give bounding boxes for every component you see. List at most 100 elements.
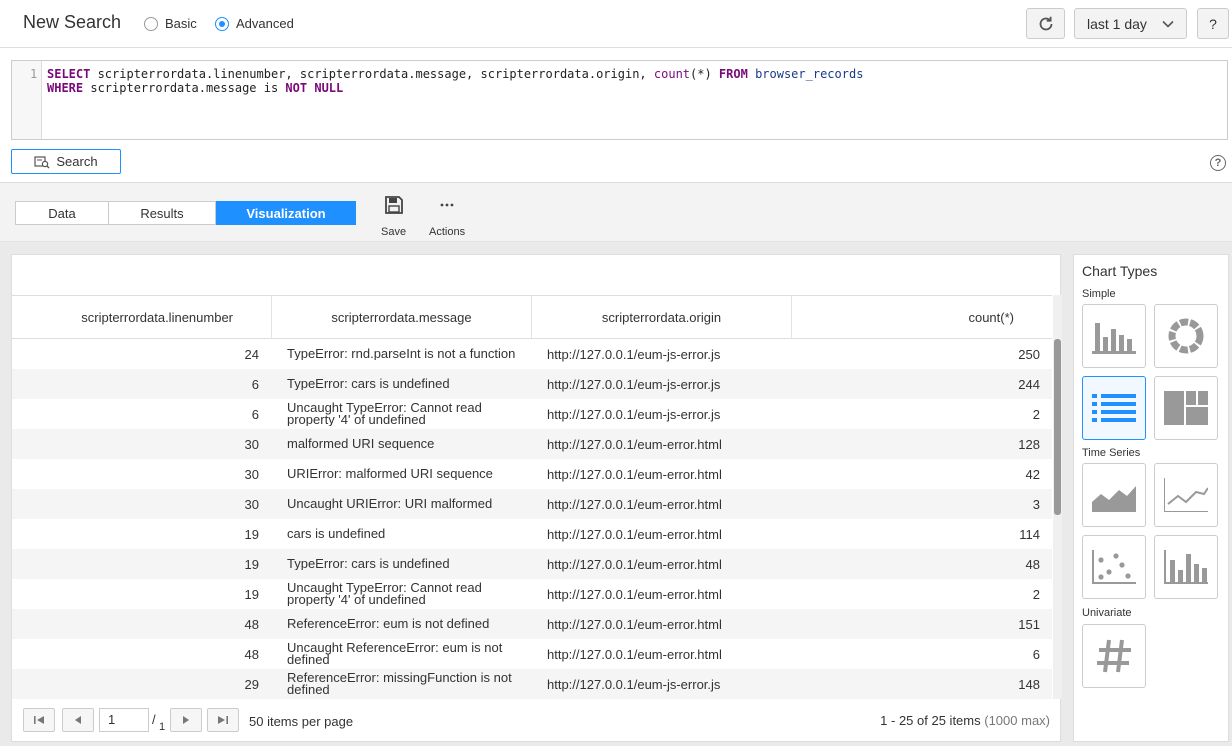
prev-page-button[interactable] bbox=[62, 708, 94, 732]
number-chart-type-button[interactable] bbox=[1082, 624, 1146, 688]
scrollbar-thumb[interactable] bbox=[1054, 339, 1061, 515]
table-row[interactable]: 24 TypeError: rnd.parseInt is not a funct… bbox=[12, 339, 1052, 369]
page-number-input[interactable]: 1 bbox=[99, 708, 149, 732]
cell-origin: http://127.0.0.1/eum-error.html bbox=[547, 616, 722, 632]
table-scrollbar[interactable] bbox=[1053, 295, 1062, 699]
line-chart-icon bbox=[1164, 478, 1208, 512]
first-page-button[interactable] bbox=[23, 708, 55, 732]
list-chart-type-button[interactable] bbox=[1082, 376, 1146, 440]
cell-linenumber: 6 bbox=[251, 406, 259, 422]
tab-results-label: Results bbox=[140, 205, 184, 221]
cell-count: 48 bbox=[1025, 556, 1040, 572]
table-row[interactable]: 6 Uncaught TypeError: Cannot read propert… bbox=[12, 399, 1052, 429]
table-row[interactable]: 30 Uncaught URIError: URI malformed http:/… bbox=[12, 489, 1052, 519]
bar-chart-type-button[interactable] bbox=[1082, 304, 1146, 368]
line-chart-type-button[interactable] bbox=[1154, 463, 1218, 527]
column-chart-type-button[interactable] bbox=[1154, 535, 1218, 599]
save-button[interactable]: Save bbox=[381, 195, 406, 238]
cell-linenumber: 29 bbox=[244, 676, 259, 692]
search-icon bbox=[34, 155, 50, 168]
table-row[interactable]: 48 Uncaught ReferenceError: eum is not de… bbox=[12, 639, 1052, 669]
tab-visualization[interactable]: Visualization bbox=[216, 201, 356, 225]
items-summary: 1 - 25 of 25 items (1000 max) bbox=[880, 713, 1050, 728]
items-per-page[interactable]: 50 items per page bbox=[249, 714, 353, 729]
column-header-message[interactable]: scripterrordata.message bbox=[272, 296, 532, 338]
scatter-chart-type-button[interactable] bbox=[1082, 535, 1146, 599]
mode-basic-radio[interactable]: Basic bbox=[144, 16, 197, 31]
table-header: scripterrordata.linenumber scripterrorda… bbox=[12, 295, 1052, 339]
column-header-label: scripterrordata.linenumber bbox=[81, 309, 233, 325]
section-time-series-label: Time Series bbox=[1082, 447, 1141, 459]
tab-data[interactable]: Data bbox=[15, 201, 109, 225]
results-table-panel: scripterrordata.linenumber scripterrorda… bbox=[11, 254, 1062, 742]
cell-origin: http://127.0.0.1/eum-error.html bbox=[547, 466, 722, 482]
tab-results[interactable]: Results bbox=[109, 201, 216, 225]
column-header-label: scripterrordata.message bbox=[331, 309, 472, 325]
column-header-linenumber[interactable]: scripterrordata.linenumber bbox=[12, 296, 272, 338]
cell-count: 244 bbox=[1018, 376, 1040, 392]
help-circle-icon[interactable]: ? bbox=[1210, 155, 1226, 171]
refresh-button[interactable] bbox=[1026, 8, 1065, 39]
table-row[interactable]: 30 URIError: malformed URI sequence http:/… bbox=[12, 459, 1052, 489]
cell-linenumber: 30 bbox=[244, 466, 259, 482]
last-page-button[interactable] bbox=[207, 708, 239, 732]
cell-message: Uncaught TypeError: Cannot read property… bbox=[287, 582, 482, 606]
actions-button[interactable]: Actions bbox=[429, 195, 465, 238]
section-simple-label: Simple bbox=[1082, 288, 1116, 300]
help-button[interactable]: ? bbox=[1197, 8, 1229, 39]
cell-count: 3 bbox=[1032, 496, 1040, 512]
cell-count: 114 bbox=[1019, 526, 1040, 542]
time-range-dropdown[interactable]: last 1 day bbox=[1074, 8, 1187, 39]
save-label: Save bbox=[381, 226, 407, 238]
table-row[interactable]: 19 cars is undefined http://127.0.0.1/eum-… bbox=[12, 519, 1052, 549]
chart-types-title: Chart Types bbox=[1082, 263, 1158, 279]
next-page-button[interactable] bbox=[170, 708, 202, 732]
cell-linenumber: 19 bbox=[244, 586, 259, 602]
area-chart-type-button[interactable] bbox=[1082, 463, 1146, 527]
cell-origin: http://127.0.0.1/eum-error.html bbox=[547, 646, 722, 662]
column-header-count[interactable]: count(*) bbox=[792, 296, 1052, 338]
table-row[interactable]: 19 TypeError: cars is undefined http://127… bbox=[12, 549, 1052, 579]
items-summary-range: 1 - 25 of 25 items bbox=[880, 713, 981, 728]
radio-selected-icon bbox=[215, 16, 229, 31]
time-range-value: last 1 day bbox=[1087, 15, 1147, 32]
column-header-origin[interactable]: scripterrordata.origin bbox=[532, 296, 792, 338]
table-row[interactable]: 48 ReferenceError: eum is not defined http… bbox=[12, 609, 1052, 639]
editor-gutter bbox=[12, 61, 42, 139]
table-row[interactable]: 19 Uncaught TypeError: Cannot read proper… bbox=[12, 579, 1052, 609]
mode-advanced-label: Advanced bbox=[236, 16, 294, 31]
cell-message: malformed URI sequence bbox=[287, 438, 435, 450]
cell-origin: http://127.0.0.1/eum-error.html bbox=[547, 496, 722, 512]
list-icon bbox=[1092, 394, 1136, 422]
cell-linenumber: 19 bbox=[244, 526, 259, 542]
table-row[interactable]: 30 malformed URI sequence http://127.0.0.1… bbox=[12, 429, 1052, 459]
cell-origin: http://127.0.0.1/eum-js-error.js bbox=[547, 376, 721, 392]
table-row[interactable]: 29 ReferenceError: missingFunction is not… bbox=[12, 669, 1052, 699]
mode-basic-label: Basic bbox=[165, 16, 197, 31]
cell-message: Uncaught URIError: URI malformed bbox=[287, 498, 493, 510]
query-text[interactable]: SELECT scripterrordata.linenumber, scrip… bbox=[47, 67, 871, 95]
table-body: 24 TypeError: rnd.parseInt is not a funct… bbox=[12, 339, 1052, 699]
search-button[interactable]: Search bbox=[11, 149, 121, 174]
cell-origin: http://127.0.0.1/eum-error.html bbox=[547, 436, 722, 452]
query-editor[interactable]: 1 SELECT scripterrordata.linenumber, scr… bbox=[11, 60, 1228, 140]
refresh-icon bbox=[1039, 16, 1052, 30]
radio-unselected-icon bbox=[144, 16, 158, 31]
cell-count: 2 bbox=[1032, 406, 1040, 422]
search-button-label: Search bbox=[56, 154, 98, 169]
hash-icon bbox=[1097, 639, 1131, 673]
mode-advanced-radio[interactable]: Advanced bbox=[215, 16, 294, 31]
bar-chart-icon bbox=[1092, 323, 1136, 354]
cell-linenumber: 30 bbox=[244, 436, 259, 452]
cell-origin: http://127.0.0.1/eum-error.html bbox=[547, 586, 722, 602]
total-pages: 1 bbox=[159, 721, 166, 733]
donut-chart-type-button[interactable] bbox=[1154, 304, 1218, 368]
scatter-chart-icon bbox=[1092, 550, 1136, 584]
column-chart-icon bbox=[1164, 550, 1208, 584]
column-header-label: count(*) bbox=[968, 309, 1014, 325]
table-row[interactable]: 6 TypeError: cars is undefined http://127.… bbox=[12, 369, 1052, 399]
cell-message: ReferenceError: eum is not defined bbox=[287, 618, 490, 630]
treemap-chart-type-button[interactable] bbox=[1154, 376, 1218, 440]
cell-message: TypeError: cars is undefined bbox=[287, 378, 450, 390]
cell-message: URIError: malformed URI sequence bbox=[287, 468, 493, 480]
